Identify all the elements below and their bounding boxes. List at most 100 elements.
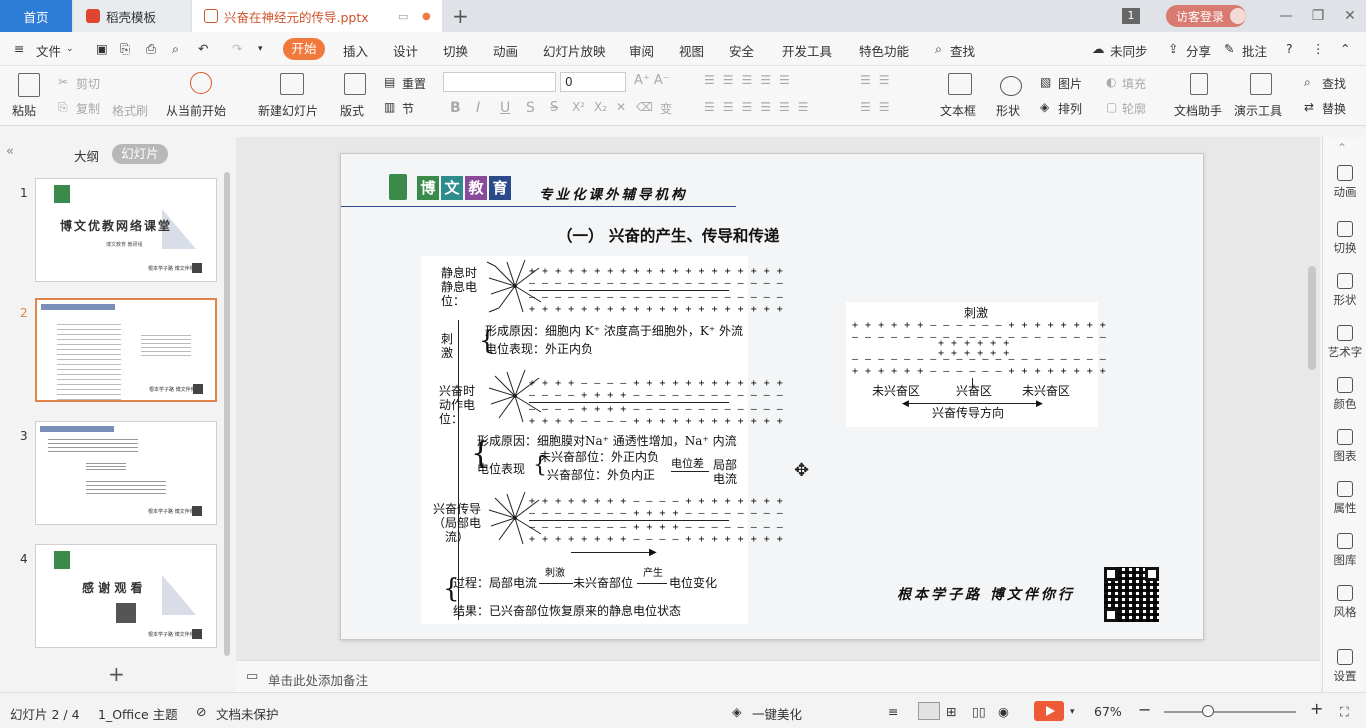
shape-icon[interactable] — [1000, 76, 1022, 96]
sidebar-properties[interactable]: 属性 — [1323, 481, 1366, 516]
menu-security[interactable]: 安全 — [729, 41, 754, 60]
slide[interactable]: 博 文 教 育 专业化课外辅导机构 （一） 兴奋的产生、传导和传递 静息时静息电… — [340, 153, 1204, 640]
sync-status[interactable]: 未同步 — [1110, 41, 1148, 60]
reset-button[interactable]: 重置 — [402, 75, 426, 92]
slide-thumbnail-1[interactable]: 博文优教网络课堂 博文教育 教研组 根本学子路 博文伴你行 — [35, 178, 217, 282]
sidebar-color[interactable]: 颜色 — [1323, 377, 1366, 412]
textbox-icon[interactable] — [948, 73, 972, 95]
window-count-badge[interactable]: 1 — [1122, 8, 1140, 24]
sidebar-transition[interactable]: 切换 — [1323, 221, 1366, 256]
find-button[interactable]: 查找 — [1322, 75, 1346, 92]
collapse-ribbon-icon[interactable]: ⌃ — [1340, 41, 1350, 56]
slide-panel-scrollbar[interactable] — [224, 172, 230, 656]
zoom-in-icon[interactable]: + — [1310, 699, 1323, 718]
restore-icon[interactable]: ❐ — [1302, 8, 1334, 24]
close-icon[interactable]: ✕ — [1334, 8, 1366, 24]
new-slide-icon[interactable] — [280, 73, 304, 95]
sidebar-animation[interactable]: 动画 — [1323, 165, 1366, 200]
new-tab-button[interactable]: + — [452, 4, 469, 28]
slide-thumbnail-2[interactable]: 根本学子路 博文伴你行 — [35, 298, 217, 402]
slides-tab[interactable]: 幻灯片 — [112, 144, 168, 164]
menu-file[interactable]: 文件 — [36, 41, 61, 60]
tab-home[interactable]: 首页 — [0, 0, 72, 32]
present-tools-button[interactable]: 演示工具 — [1234, 102, 1282, 119]
minimize-icon[interactable]: — — [1270, 8, 1302, 24]
section-button[interactable]: 节 — [402, 100, 414, 117]
zoom-level[interactable]: 67% — [1094, 704, 1122, 719]
notes-toggle-icon[interactable]: ≡ — [888, 704, 898, 719]
preview-icon[interactable]: ⌕ — [172, 41, 179, 57]
protect-status[interactable]: 文档未保护 — [216, 704, 279, 723]
new-slide-button[interactable]: 新建幻灯片 — [258, 102, 318, 119]
chevron-down-icon[interactable]: ⌄ — [66, 44, 74, 54]
search-icon[interactable]: ⌕ — [935, 41, 942, 57]
canvas-scrollbar[interactable] — [1308, 266, 1316, 370]
font-name-select[interactable] — [443, 72, 556, 92]
save-icon[interactable]: ▣ — [96, 41, 108, 56]
paste-icon[interactable] — [18, 73, 40, 97]
hamburger-icon[interactable]: ≡ — [14, 41, 24, 56]
chevron-down-icon[interactable]: ▾ — [1070, 707, 1075, 717]
menu-animation[interactable]: 动画 — [493, 41, 518, 60]
menu-find[interactable]: 查找 — [950, 41, 975, 60]
share-button[interactable]: 分享 — [1186, 41, 1211, 60]
replace-button[interactable]: 替换 — [1322, 100, 1346, 117]
help-icon[interactable]: ? — [1286, 41, 1293, 56]
menu-developer[interactable]: 开发工具 — [782, 41, 832, 60]
more-icon[interactable]: ⋮ — [1312, 41, 1325, 56]
notes-placeholder[interactable]: 单击此处添加备注 — [268, 670, 368, 689]
print-icon[interactable]: ⎙ — [146, 41, 156, 57]
play-from-current-icon[interactable] — [190, 72, 212, 94]
customize-icon[interactable]: ▾ — [258, 44, 263, 54]
menu-review[interactable]: 审阅 — [629, 41, 654, 60]
guest-login-button[interactable]: 访客登录 — [1166, 5, 1246, 27]
theme-name[interactable]: 1_Office 主题 — [98, 704, 178, 723]
screen-icon[interactable]: ▭ — [398, 10, 408, 23]
doc-assistant-button[interactable]: 文档助手 — [1174, 102, 1222, 119]
present-tools-icon[interactable] — [1250, 73, 1272, 95]
arrange-button[interactable]: 排列 — [1058, 100, 1082, 117]
zoom-slider[interactable] — [1164, 711, 1296, 713]
fit-window-icon[interactable]: ⛶ — [1340, 704, 1349, 720]
sidebar-shape[interactable]: 形状 — [1323, 273, 1366, 308]
collapse-panel-icon[interactable]: « — [6, 144, 14, 159]
play-slideshow-button[interactable] — [1034, 701, 1064, 721]
comment-button[interactable]: 批注 — [1242, 41, 1267, 60]
slide-thumbnail-3[interactable]: 根本学子路 博文伴你行 — [35, 421, 217, 525]
beautify-button[interactable]: 一键美化 — [752, 704, 802, 723]
sidebar-gallery[interactable]: 图库 — [1323, 533, 1366, 568]
zoom-slider-knob[interactable] — [1202, 705, 1214, 717]
sidebar-wordart[interactable]: 艺术字 — [1323, 325, 1366, 360]
shape-button[interactable]: 形状 — [996, 102, 1020, 119]
menu-view[interactable]: 视图 — [679, 41, 704, 60]
menu-insert[interactable]: 插入 — [343, 41, 368, 60]
tab-template[interactable]: 稻壳模板 — [74, 0, 190, 32]
doc-assistant-icon[interactable] — [1190, 73, 1208, 95]
menu-transition[interactable]: 切换 — [443, 41, 468, 60]
menu-features[interactable]: 特色功能 — [859, 41, 909, 60]
undo-icon[interactable]: ↶ — [198, 41, 208, 56]
font-size-select[interactable]: 0 — [560, 72, 626, 92]
normal-view-icon[interactable] — [918, 702, 940, 720]
sidebar-chart[interactable]: 图表 — [1323, 429, 1366, 464]
reading-view-icon[interactable]: ▯▯ — [972, 704, 986, 719]
collapse-right-icon[interactable]: ⌃ — [1337, 141, 1347, 155]
presenter-view-icon[interactable]: ◉ — [998, 704, 1009, 719]
picture-button[interactable]: 图片 — [1058, 75, 1082, 92]
sidebar-settings[interactable]: 设置 — [1323, 649, 1366, 684]
layout-icon[interactable] — [344, 73, 366, 95]
slide-thumbnail-4[interactable]: 感 谢 观 看 根本学子路 博文伴你行 — [35, 544, 217, 648]
paste-button[interactable]: 粘贴 — [12, 102, 36, 119]
outline-tab[interactable]: 大纲 — [74, 146, 99, 165]
menu-slideshow[interactable]: 幻灯片放映 — [543, 41, 606, 60]
sidebar-style[interactable]: 风格 — [1323, 585, 1366, 620]
menu-design[interactable]: 设计 — [393, 41, 418, 60]
add-slide-button[interactable]: + — [108, 662, 125, 686]
notes-pane[interactable]: ▭ 单击此处添加备注 — [236, 660, 1320, 692]
tab-document[interactable]: 兴奋在神经元的传导.pptx ▭ ● — [192, 0, 442, 32]
textbox-button[interactable]: 文本框 — [940, 102, 976, 119]
menu-start[interactable]: 开始 — [283, 38, 325, 60]
layout-button[interactable]: 版式 — [340, 102, 364, 119]
sorter-view-icon[interactable]: ⊞ — [946, 704, 956, 719]
zoom-out-icon[interactable]: − — [1138, 700, 1151, 719]
